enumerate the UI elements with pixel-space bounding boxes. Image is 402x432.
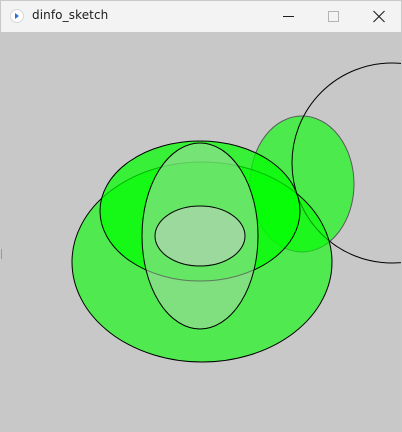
close-icon (373, 10, 385, 23)
ellipse-small-light (154, 205, 246, 267)
app-icon (10, 9, 24, 23)
app-window: dinfo_sketch (0, 0, 402, 432)
sketch-drawing (71, 62, 401, 363)
minimize-button[interactable] (265, 1, 311, 32)
maximize-icon (328, 11, 339, 22)
maximize-button[interactable] (311, 1, 357, 32)
close-button[interactable] (357, 1, 401, 32)
minimize-icon (283, 16, 294, 17)
canvas-edge-mark (1, 249, 2, 259)
window-title: dinfo_sketch (32, 8, 109, 22)
sketch-canvas[interactable] (1, 32, 401, 431)
title-bar[interactable]: dinfo_sketch (1, 1, 401, 32)
